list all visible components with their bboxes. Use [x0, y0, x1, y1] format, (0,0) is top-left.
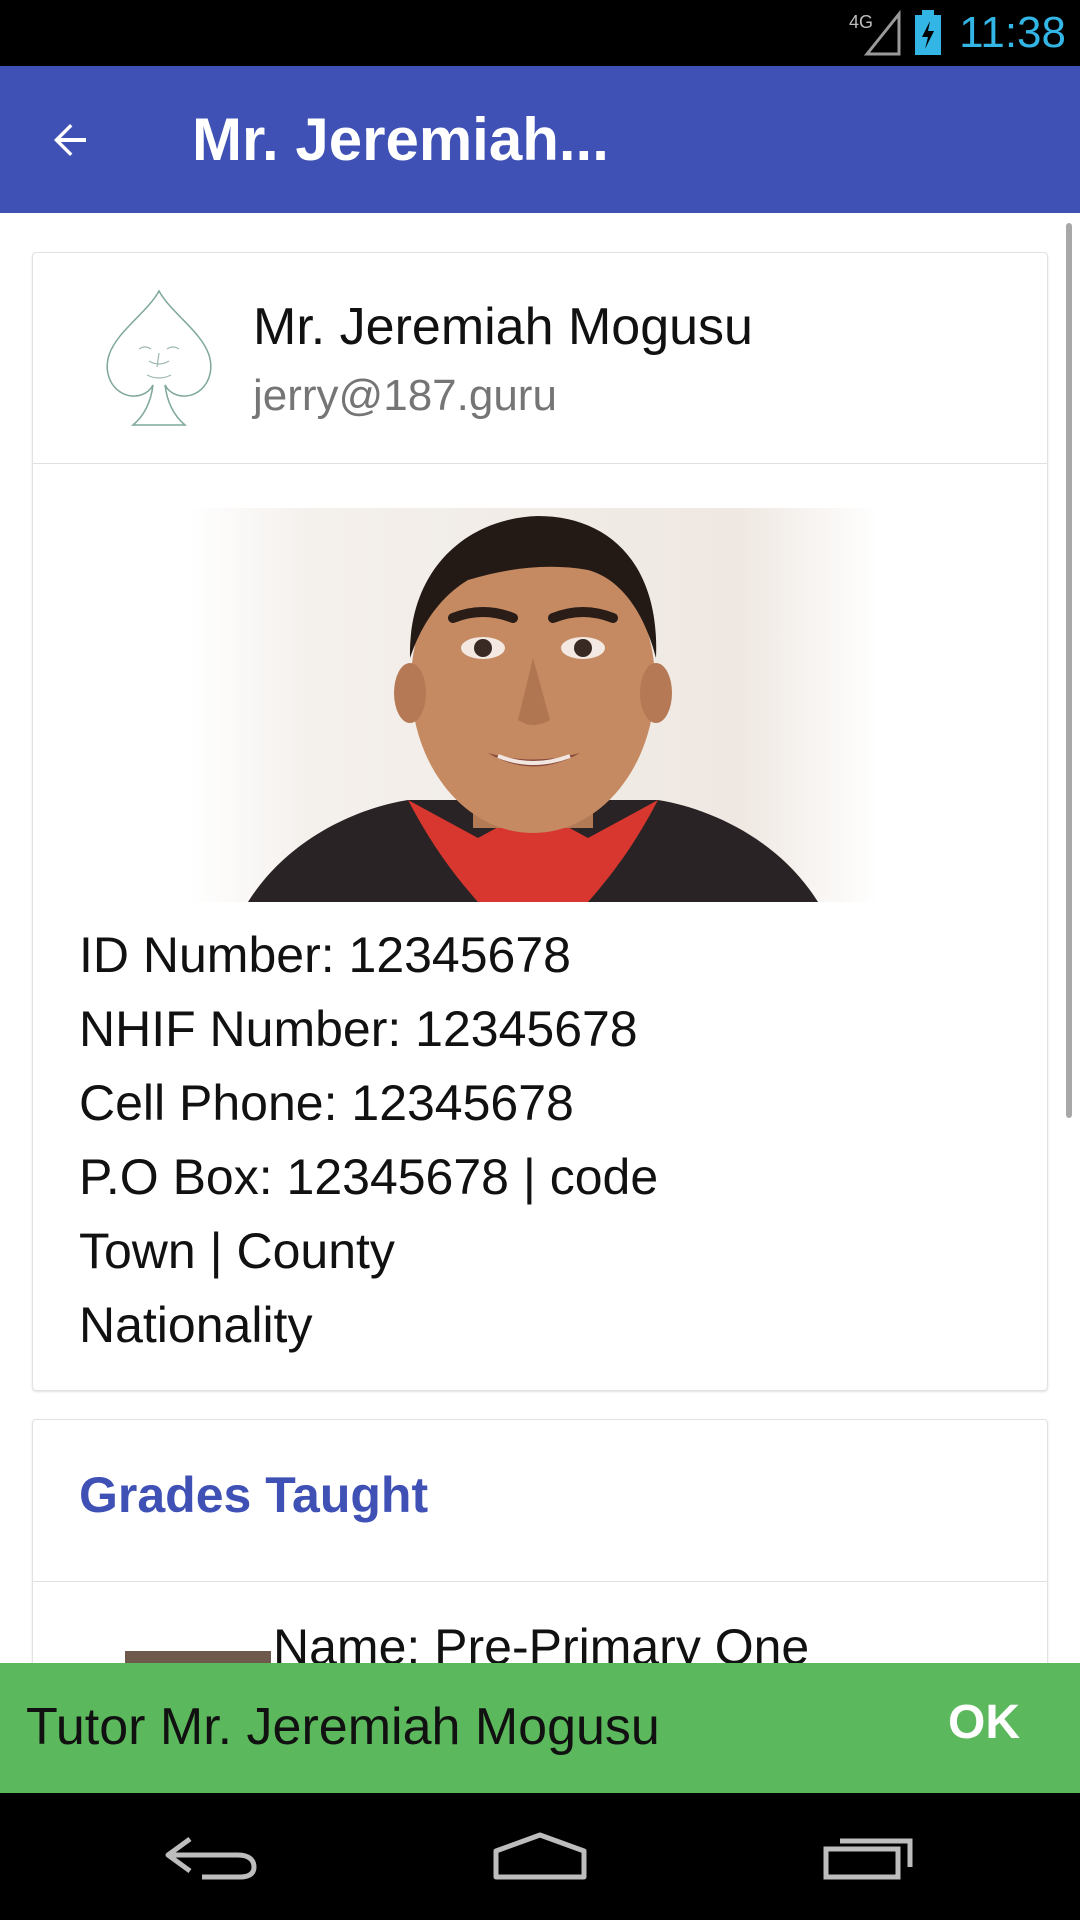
profile-info-list: ID Number: 12345678 NHIF Number: 1234567… — [79, 918, 658, 1362]
svg-text:4G: 4G — [849, 12, 873, 32]
profile-photo — [188, 508, 878, 902]
grades-card: Grades Taught Name: Pre-Primary One — [32, 1419, 1048, 1663]
id-number: ID Number: 12345678 — [79, 927, 571, 983]
status-icons: 4G 11:38 — [847, 0, 1066, 66]
content-scroll-area[interactable]: Mr. Jeremiah Mogusu jerry@187.guru ID Nu… — [0, 213, 1080, 1663]
app-bar: Mr. Jeremiah... — [0, 66, 1080, 213]
arrow-back-icon — [54, 124, 86, 156]
cell-phone: Cell Phone: 12345678 — [79, 1075, 574, 1131]
back-button[interactable] — [28, 98, 112, 182]
network-signal-icon: 4G — [849, 9, 901, 56]
profile-header: Mr. Jeremiah Mogusu jerry@187.guru — [33, 253, 1047, 464]
grade-name[interactable]: Name: Pre-Primary One — [273, 1618, 809, 1663]
grades-header: Grades Taught — [33, 1420, 1047, 1582]
battery-charging-icon — [915, 10, 942, 55]
nationality: Nationality — [79, 1297, 313, 1353]
snackbar-text: Tutor Mr. Jeremiah Mogusu — [26, 1698, 660, 1756]
po-box: P.O Box: 12345678 | code — [79, 1149, 659, 1205]
scrollbar[interactable] — [1066, 223, 1072, 1118]
nav-back-button[interactable] — [150, 1823, 270, 1889]
profile-card: Mr. Jeremiah Mogusu jerry@187.guru ID Nu… — [32, 252, 1048, 1391]
spade-face-icon — [106, 289, 212, 426]
nhif-number: NHIF Number: 12345678 — [79, 1001, 638, 1057]
town-county: Town | County — [79, 1223, 395, 1279]
snackbar-ok-button[interactable]: OK — [948, 1695, 1020, 1750]
clock: 11:38 — [959, 8, 1066, 57]
recents-icon — [823, 1838, 913, 1880]
home-icon — [493, 1832, 587, 1880]
back-icon — [165, 1836, 257, 1880]
status-bar: 4G 11:38 — [0, 0, 1080, 66]
grades-title: Grades Taught — [79, 1467, 429, 1523]
profile-name: Mr. Jeremiah Mogusu — [253, 298, 753, 356]
profile-email: jerry@187.guru — [253, 371, 557, 420]
snackbar: Tutor Mr. Jeremiah Mogusu OK — [0, 1663, 1080, 1793]
nav-home-button[interactable] — [480, 1823, 600, 1889]
nav-recents-button[interactable] — [810, 1823, 930, 1889]
person-photo — [248, 516, 818, 902]
navigation-bar — [0, 1793, 1080, 1920]
grade-thumbnail[interactable] — [125, 1651, 271, 1663]
page-title: Mr. Jeremiah... — [192, 106, 609, 173]
